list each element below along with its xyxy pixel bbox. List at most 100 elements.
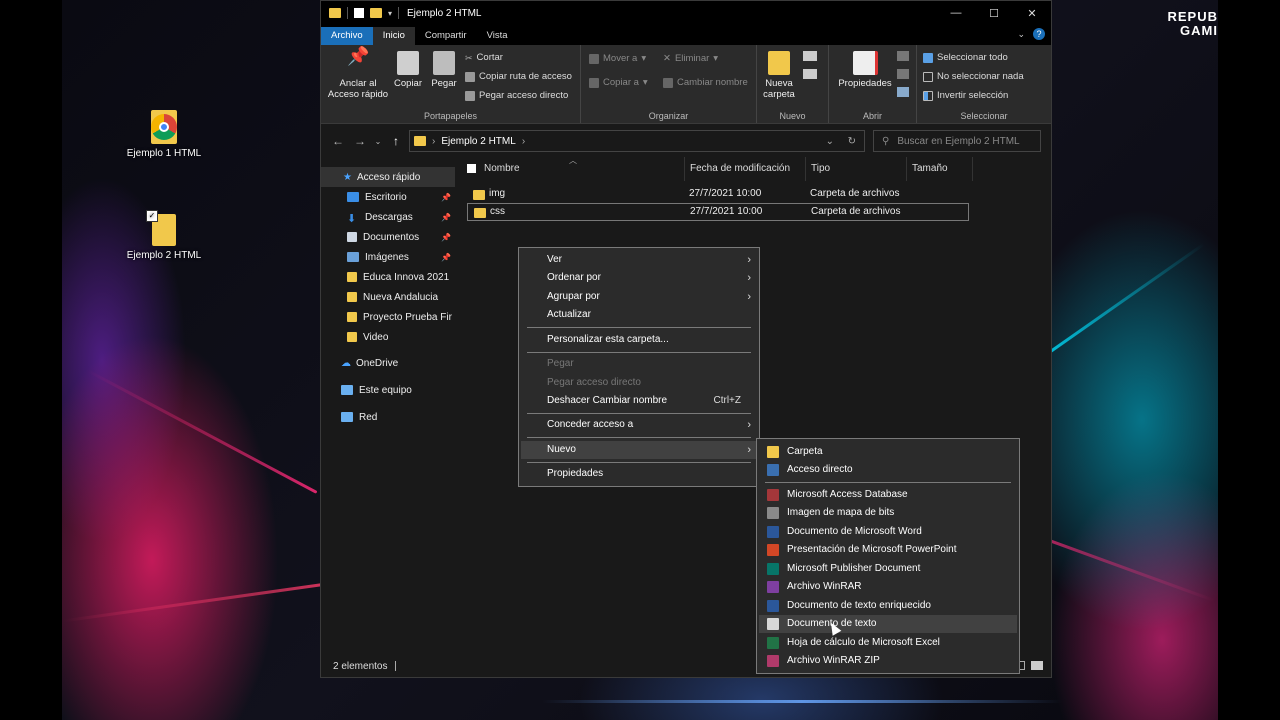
back-button[interactable]: ←	[327, 134, 349, 148]
menu-item-propiedades[interactable]: Propiedades	[521, 465, 757, 483]
nav-item-descargas[interactable]: ⬇ Descargas 📌	[321, 207, 455, 227]
pin-icon: 📌	[347, 46, 370, 66]
seleccionar-todo-button[interactable]: Seleccionar todo	[923, 52, 1008, 63]
column-fecha[interactable]: Fecha de modificación	[685, 157, 806, 181]
new-item-icon[interactable]	[803, 51, 817, 61]
submenu-item-winrar[interactable]: Archivo WinRAR	[759, 578, 1017, 596]
tab-vista[interactable]: Vista	[477, 27, 518, 45]
large-icons-view-icon[interactable]	[1031, 661, 1043, 670]
submenu-item-acceso-directo[interactable]: Acceso directo	[759, 461, 1017, 479]
nav-item-red[interactable]: Red	[321, 407, 455, 427]
recent-locations-button[interactable]: ⌄	[371, 137, 385, 146]
select-none-icon	[923, 71, 933, 82]
nav-item-label: Imágenes	[365, 251, 409, 263]
nueva-carpeta-button[interactable]: Nueva carpeta	[759, 51, 799, 100]
submenu-item-rtf[interactable]: Documento de texto enriquecido	[759, 597, 1017, 615]
chevron-down-icon[interactable]: ▾	[388, 9, 392, 18]
maximize-button[interactable]: ☐	[975, 1, 1013, 25]
menu-item-agrupar[interactable]: Agrupar por ›	[521, 288, 757, 306]
menu-item-personalizar[interactable]: Personalizar esta carpeta...	[521, 331, 757, 349]
nav-item-label: Red	[359, 411, 378, 423]
eliminar-button[interactable]: ✕ Eliminar ▾	[663, 53, 718, 64]
address-box[interactable]: › Ejemplo 2 HTML › ⌄ ↻	[409, 130, 865, 152]
rename-icon	[663, 77, 673, 88]
nav-item-folder[interactable]: Proyecto Prueba Fir	[321, 307, 455, 327]
forward-button[interactable]: →	[349, 134, 371, 148]
menu-item-conceder[interactable]: Conceder acceso a ›	[521, 416, 757, 434]
submenu-item-publisher[interactable]: Microsoft Publisher Document	[759, 560, 1017, 578]
pegar-acceso-button[interactable]: Pegar acceso directo	[465, 90, 568, 101]
copiar-a-button[interactable]: Copiar a ▾	[589, 77, 648, 88]
ribbon-tabs: Archivo Inicio Compartir Vista ⌄ ?	[321, 25, 1051, 45]
nav-item-acceso-rapido[interactable]: ★ Acceso rápido	[321, 167, 455, 187]
copy-icon	[397, 51, 419, 75]
submenu-item-texto[interactable]: Documento de texto	[759, 615, 1017, 633]
desktop-icon-ejemplo-1[interactable]: Ejemplo 1 HTML	[114, 110, 214, 159]
nav-item-label: Acceso rápido	[356, 171, 421, 183]
column-nombre[interactable]: Nombre	[479, 157, 685, 181]
search-input[interactable]: ⚲ Buscar en Ejemplo 2 HTML	[873, 130, 1041, 152]
submenu-item-access[interactable]: Microsoft Access Database	[759, 486, 1017, 504]
properties-icon	[852, 51, 878, 75]
submenu-item-carpeta[interactable]: Carpeta	[759, 443, 1017, 461]
nav-item-documentos[interactable]: Documentos 📌	[321, 227, 455, 247]
submenu-item-excel[interactable]: Hoja de cálculo de Microsoft Excel	[759, 634, 1017, 652]
tab-archivo[interactable]: Archivo	[321, 27, 373, 45]
no-seleccionar-button[interactable]: No seleccionar nada	[923, 71, 1024, 82]
edit-icon[interactable]	[897, 69, 909, 79]
column-tipo[interactable]: Tipo	[806, 157, 907, 181]
close-button[interactable]: ✕	[1013, 1, 1051, 25]
open-icon[interactable]	[897, 51, 909, 61]
tab-compartir[interactable]: Compartir	[415, 27, 477, 45]
menu-item-ordenar[interactable]: Ordenar por ›	[521, 269, 757, 287]
menu-item-nuevo[interactable]: Nuevo ›	[521, 441, 757, 459]
nav-item-folder[interactable]: Video	[321, 327, 455, 347]
menu-separator	[527, 462, 751, 463]
submenu-item-powerpoint[interactable]: Presentación de Microsoft PowerPoint	[759, 541, 1017, 559]
up-button[interactable]: ↑	[385, 134, 407, 148]
easy-access-icon[interactable]	[803, 69, 817, 79]
properties-icon[interactable]	[354, 8, 364, 18]
minimize-button[interactable]: —	[937, 1, 975, 25]
cambiar-nombre-button[interactable]: Cambiar nombre	[663, 77, 748, 88]
copiar-ruta-label: Copiar ruta de acceso	[479, 71, 572, 82]
help-icon[interactable]: ?	[1033, 28, 1045, 40]
cortar-button[interactable]: ✂ Cortar	[465, 52, 503, 63]
group-organizar: Mover a ▾ Copiar a ▾ ✕ Eliminar ▾ Cambiar n…	[581, 45, 757, 123]
select-all-icon	[923, 52, 933, 63]
select-all-checkbox[interactable]	[467, 164, 476, 173]
menu-item-actualizar[interactable]: Actualizar	[521, 306, 757, 324]
invertir-seleccion-button[interactable]: Invertir selección	[923, 90, 1008, 101]
anclar-button[interactable]: 📌 Anclar al Acceso rápido	[325, 46, 391, 100]
mover-button[interactable]: Mover a ▾	[589, 53, 646, 64]
menu-item-deshacer[interactable]: Deshacer Cambiar nombre Ctrl+Z	[521, 392, 757, 410]
table-row[interactable]: css 27/7/2021 10:00 Carpeta de archivos	[467, 203, 969, 221]
history-icon[interactable]	[897, 87, 909, 97]
desktop-icon-label: Ejemplo 1 HTML	[126, 148, 202, 159]
menu-item-ver[interactable]: Ver ›	[521, 251, 757, 269]
nav-item-folder[interactable]: Educa Innova 2021	[321, 267, 455, 287]
tab-inicio[interactable]: Inicio	[372, 27, 415, 45]
copiar-ruta-button[interactable]: Copiar ruta de acceso	[465, 71, 572, 82]
chevron-right-icon: ›	[432, 135, 436, 147]
nav-item-imagenes[interactable]: Imágenes 📌	[321, 247, 455, 267]
pegar-button[interactable]: Pegar	[427, 51, 461, 89]
chevron-down-icon[interactable]: ⌄	[1017, 29, 1025, 40]
propiedades-button[interactable]: Propiedades	[835, 51, 895, 89]
nav-item-onedrive[interactable]: ☁ OneDrive	[321, 353, 455, 373]
submenu-item-word[interactable]: Documento de Microsoft Word	[759, 523, 1017, 541]
chevron-down-icon[interactable]: ⌄	[826, 136, 834, 147]
table-row[interactable]: img 27/7/2021 10:00 Carpeta de archivos	[467, 185, 969, 203]
column-tamano[interactable]: Tamaño	[907, 157, 973, 181]
desktop-icon-ejemplo-2[interactable]: ✓ Ejemplo 2 HTML	[114, 210, 214, 261]
copiar-button[interactable]: Copiar	[391, 51, 425, 89]
refresh-icon[interactable]: ↻	[848, 136, 856, 147]
nav-item-este-equipo[interactable]: Este equipo	[321, 380, 455, 400]
nav-item-folder[interactable]: Nueva Andalucia	[321, 287, 455, 307]
submenu-item-winrar-zip[interactable]: Archivo WinRAR ZIP	[759, 652, 1017, 670]
new-folder-icon[interactable]	[370, 8, 382, 18]
submenu-item-bitmap[interactable]: Imagen de mapa de bits	[759, 504, 1017, 522]
nav-item-escritorio[interactable]: Escritorio 📌	[321, 187, 455, 207]
folder-icon	[347, 332, 357, 342]
folder-icon	[347, 292, 357, 302]
